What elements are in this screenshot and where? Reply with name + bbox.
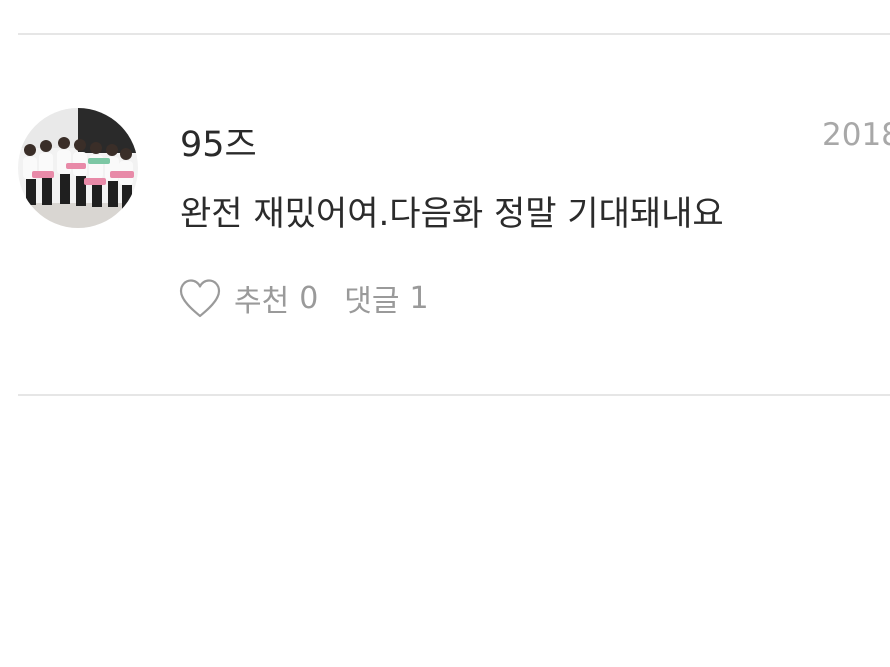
- like-count: 0: [299, 280, 319, 316]
- comment-author[interactable]: 95즈: [180, 116, 257, 167]
- reply-button[interactable]: 댓글 1: [344, 276, 428, 320]
- avatar-photo: [18, 108, 138, 228]
- comment-text: 완전 재밌어여.다음화 정말 기대돼내요: [180, 194, 724, 234]
- comment-item: 95즈 2018 완전 재밌어여.다음화 정말 기대돼내요 추천 0 댓글 1: [0, 35, 890, 394]
- reply-label: 댓글: [344, 284, 400, 319]
- comment-timestamp: 2018: [822, 117, 890, 153]
- user-avatar[interactable]: [18, 108, 138, 228]
- like-label: 추천: [234, 284, 290, 319]
- bottom-divider: [18, 394, 890, 396]
- comment-actions: 추천 0 댓글 1: [178, 275, 429, 321]
- like-button[interactable]: 추천 0: [178, 276, 318, 320]
- heart-outline-icon: [179, 279, 221, 318]
- reply-count: 1: [409, 280, 429, 316]
